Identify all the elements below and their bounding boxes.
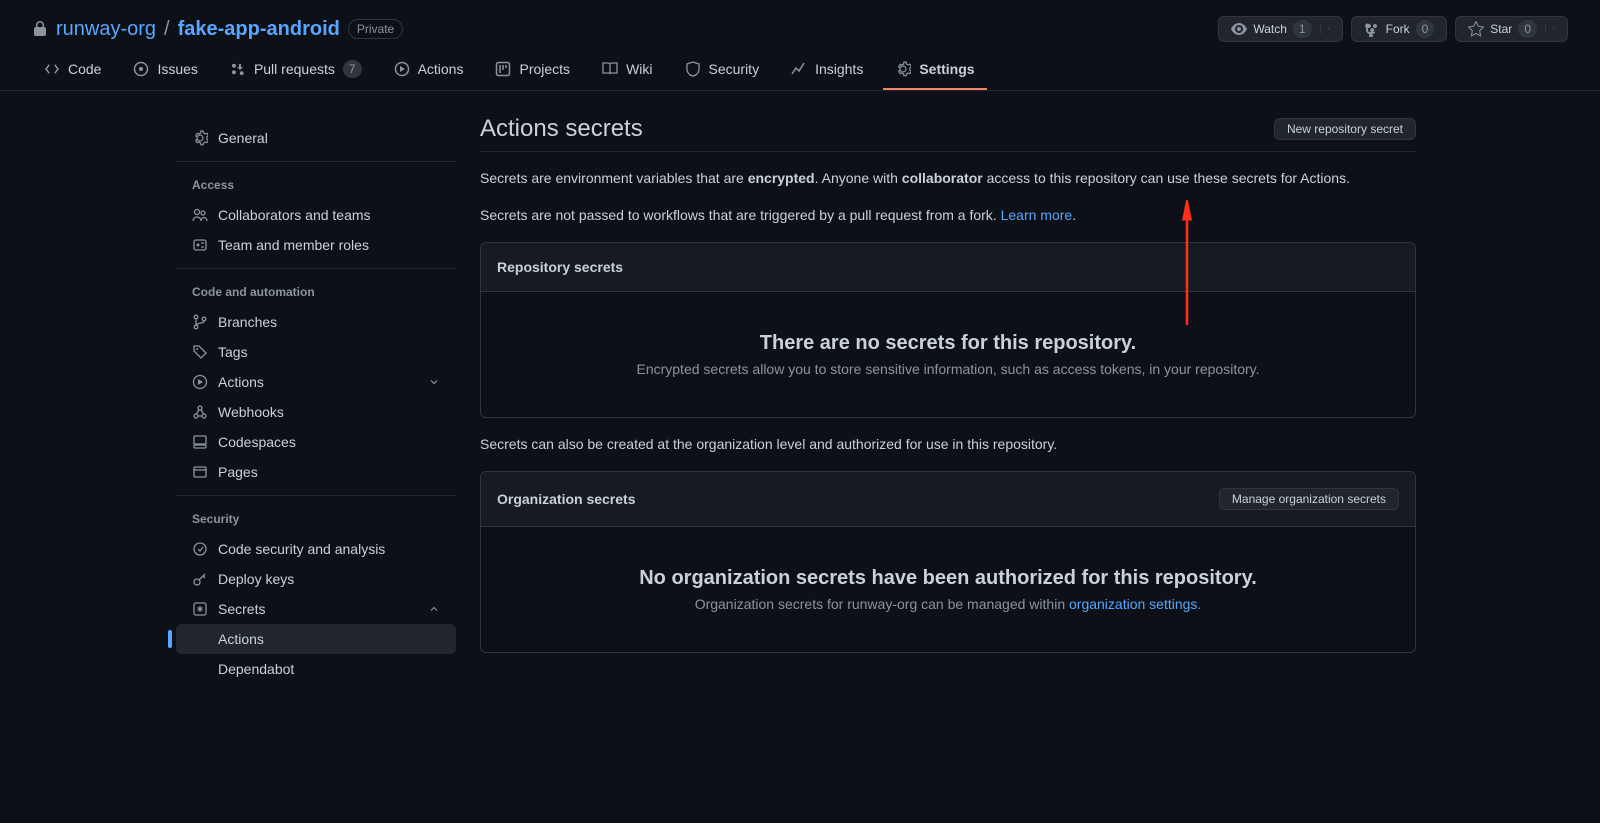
tab-wiki[interactable]: Wiki xyxy=(590,50,664,90)
sidebar-header-security: Security xyxy=(176,504,456,534)
separator: / xyxy=(164,18,170,41)
description-2: Secrets are not passed to workflows that… xyxy=(480,205,1416,226)
browser-icon xyxy=(192,464,208,480)
tab-actions[interactable]: Actions xyxy=(382,50,476,90)
sidebar-actions[interactable]: Actions xyxy=(176,367,456,397)
sidebar-general[interactable]: General xyxy=(176,123,456,153)
fork-label: Fork xyxy=(1386,22,1410,36)
fork-icon xyxy=(1364,21,1380,37)
sidebar-pages[interactable]: Pages xyxy=(176,457,456,487)
sidebar-header-access: Access xyxy=(176,170,456,200)
org-empty-title: No organization secrets have been author… xyxy=(521,567,1375,590)
star-count: 0 xyxy=(1518,20,1537,38)
sidebar-secrets-actions[interactable]: Actions xyxy=(176,624,456,654)
sidebar-collaborators[interactable]: Collaborators and teams xyxy=(176,200,456,230)
org-empty-desc: Organization secrets for runway-org can … xyxy=(521,596,1375,612)
repo-title: runway-org / fake-app-android Private xyxy=(32,18,403,41)
branch-icon xyxy=(192,314,208,330)
badge-icon xyxy=(192,237,208,253)
org-link[interactable]: runway-org xyxy=(56,18,156,41)
sidebar-branches[interactable]: Branches xyxy=(176,307,456,337)
repo-empty-desc: Encrypted secrets allow you to store sen… xyxy=(521,361,1375,377)
pr-icon xyxy=(230,61,246,77)
pr-count: 7 xyxy=(343,60,362,78)
project-icon xyxy=(495,61,511,77)
gear-icon xyxy=(192,130,208,146)
play-icon xyxy=(192,374,208,390)
org-secrets-header: Organization secrets xyxy=(497,491,636,507)
watch-count: 1 xyxy=(1293,20,1312,38)
watch-button[interactable]: Watch 1 xyxy=(1218,16,1342,42)
caret-down-icon xyxy=(1320,24,1330,34)
tab-code[interactable]: Code xyxy=(32,50,113,90)
webhook-icon xyxy=(192,404,208,420)
issue-icon xyxy=(133,61,149,77)
fork-count: 0 xyxy=(1416,20,1435,38)
org-hint: Secrets can also be created at the organ… xyxy=(480,434,1416,455)
repo-link[interactable]: fake-app-android xyxy=(178,18,340,41)
sidebar-secrets-dependabot[interactable]: Dependabot xyxy=(176,654,456,684)
learn-more-link[interactable]: Learn more xyxy=(1001,207,1073,223)
play-icon xyxy=(394,61,410,77)
graph-icon xyxy=(791,61,807,77)
eye-icon xyxy=(1231,21,1247,37)
new-secret-button[interactable]: New repository secret xyxy=(1274,118,1416,140)
tab-insights[interactable]: Insights xyxy=(779,50,875,90)
repo-secrets-header: Repository secrets xyxy=(481,243,1415,292)
chevron-up-icon xyxy=(428,603,440,615)
watch-label: Watch xyxy=(1253,22,1287,36)
sidebar-header-automation: Code and automation xyxy=(176,277,456,307)
sidebar-secrets[interactable]: Secrets xyxy=(176,594,456,624)
caret-down-icon xyxy=(1545,24,1555,34)
people-icon xyxy=(192,207,208,223)
key-icon xyxy=(192,571,208,587)
shield-icon xyxy=(685,61,701,77)
tab-issues[interactable]: Issues xyxy=(121,50,209,90)
visibility-badge: Private xyxy=(348,19,403,39)
org-settings-link[interactable]: organization settings xyxy=(1069,596,1197,612)
manage-org-secrets-button[interactable]: Manage organization secrets xyxy=(1219,488,1399,510)
sidebar-team-roles[interactable]: Team and member roles xyxy=(176,230,456,260)
lock-icon xyxy=(32,21,48,37)
gear-icon xyxy=(895,61,911,77)
tab-projects[interactable]: Projects xyxy=(483,50,582,90)
sidebar-code-security[interactable]: Code security and analysis xyxy=(176,534,456,564)
tab-settings[interactable]: Settings xyxy=(883,50,986,90)
scan-icon xyxy=(192,541,208,557)
page-title: Actions secrets xyxy=(480,115,643,143)
star-icon xyxy=(1468,21,1484,37)
book-icon xyxy=(602,61,618,77)
tab-pulls[interactable]: Pull requests 7 xyxy=(218,50,374,90)
description-1: Secrets are environment variables that a… xyxy=(480,168,1416,189)
fork-button[interactable]: Fork 0 xyxy=(1351,16,1448,42)
tab-security[interactable]: Security xyxy=(673,50,772,90)
sidebar-codespaces[interactable]: Codespaces xyxy=(176,427,456,457)
sidebar-deploy-keys[interactable]: Deploy keys xyxy=(176,564,456,594)
repo-nav: Code Issues Pull requests 7 Actions Proj… xyxy=(0,50,1600,91)
asterisk-icon xyxy=(192,601,208,617)
codespaces-icon xyxy=(192,434,208,450)
repo-empty-title: There are no secrets for this repository… xyxy=(521,332,1375,355)
tag-icon xyxy=(192,344,208,360)
star-label: Star xyxy=(1490,22,1512,36)
chevron-down-icon xyxy=(428,376,440,388)
sidebar-tags[interactable]: Tags xyxy=(176,337,456,367)
star-button[interactable]: Star 0 xyxy=(1455,16,1568,42)
sidebar-webhooks[interactable]: Webhooks xyxy=(176,397,456,427)
code-icon xyxy=(44,61,60,77)
